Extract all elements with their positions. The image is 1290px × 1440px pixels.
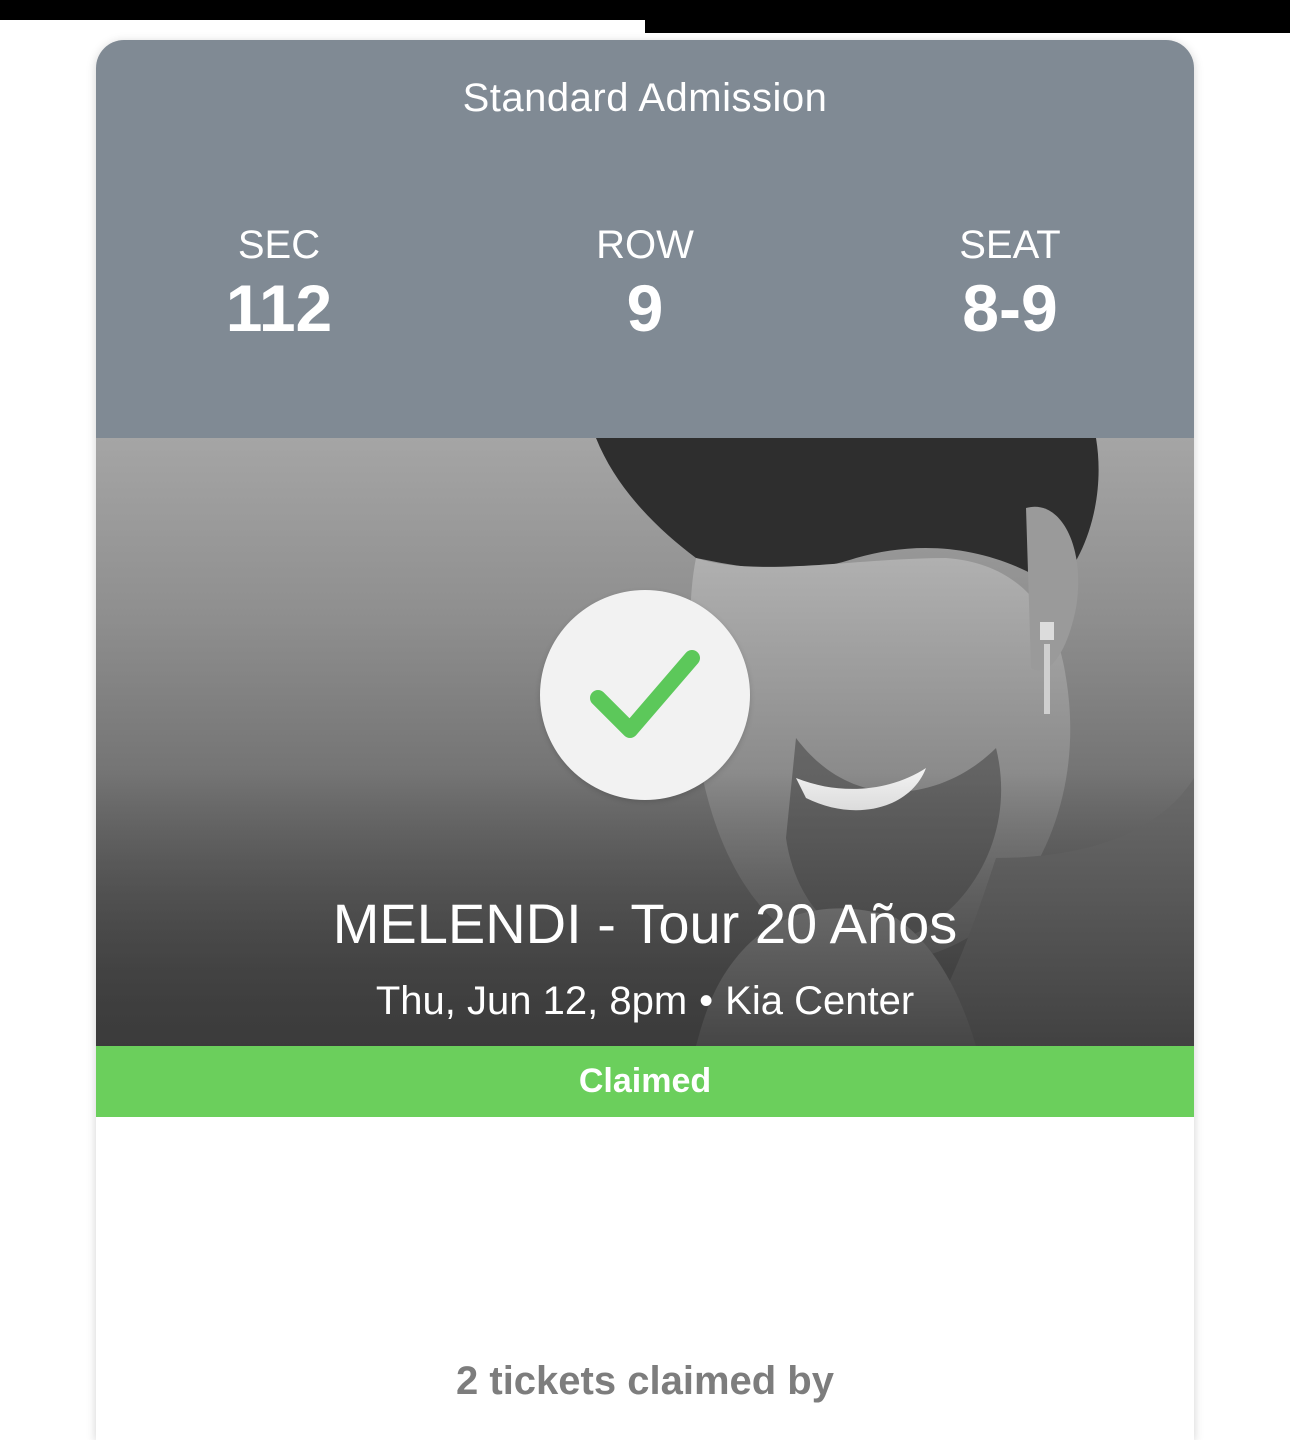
seat-info: SEAT 8-9 xyxy=(860,222,1160,348)
admission-type: Standard Admission xyxy=(462,76,828,120)
ticket-header: Standard Admission SEC 112 ROW 9 SEAT 8-… xyxy=(96,40,1194,438)
event-date: Thu, Jun 12, 8pm xyxy=(375,979,688,1023)
event-hero-image: MELENDI - Tour 20 Años Thu, Jun 12, 8pm •… xyxy=(96,438,1194,1046)
section-value: 112 xyxy=(225,271,333,345)
ticket-status-badge: Claimed xyxy=(96,1046,1194,1117)
row-label: ROW xyxy=(596,223,694,267)
seat-label: SEAT xyxy=(959,223,1061,267)
row-info: ROW 9 xyxy=(495,222,795,348)
row-value: 9 xyxy=(626,271,664,345)
claimed-check-badge xyxy=(540,590,750,800)
event-venue: Kia Center xyxy=(725,979,915,1023)
section-label: SEC xyxy=(237,223,321,267)
separator-dot: • xyxy=(699,979,714,1023)
section-info: SEC 112 xyxy=(129,222,429,348)
claimed-by-text: 2 tickets claimed by xyxy=(456,1359,834,1403)
event-title: MELENDI - Tour 20 Años xyxy=(332,892,958,955)
checkmark-icon xyxy=(590,650,700,738)
status-bar-divider xyxy=(0,20,645,33)
ticket-card[interactable]: Standard Admission SEC 112 ROW 9 SEAT 8-… xyxy=(96,40,1194,1440)
event-details: Thu, Jun 12, 8pm • Kia Center xyxy=(96,978,1194,1024)
seat-value: 8-9 xyxy=(962,271,1058,345)
